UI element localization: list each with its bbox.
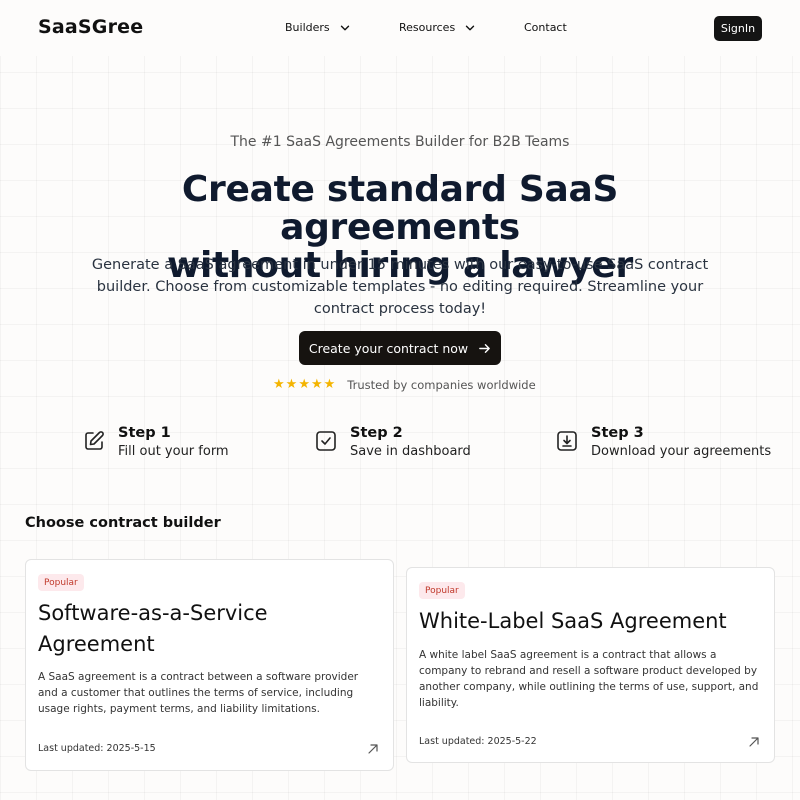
- star-icon: ★: [285, 377, 298, 392]
- download-icon: [557, 431, 577, 451]
- card-description: A white label SaaS agreement is a contra…: [419, 649, 759, 709]
- chevron-down-icon: [465, 25, 475, 30]
- step-2: Step 2 Save in dashboard: [314, 424, 471, 462]
- arrow-up-right-icon[interactable]: [748, 736, 760, 748]
- checkbox-icon: [316, 431, 336, 451]
- nav-resources-label: Resources: [399, 21, 456, 34]
- nav-builders[interactable]: Builders: [285, 21, 350, 34]
- popular-badge: Popular: [38, 574, 84, 591]
- step-2-title: Step 2: [350, 425, 403, 441]
- step-1-title: Step 1: [118, 425, 171, 441]
- edit-icon: [85, 431, 104, 450]
- hero-subtitle: Generate a SaaS agreement in under 15 mi…: [91, 257, 709, 317]
- nav-resources[interactable]: Resources: [399, 21, 475, 34]
- card-last-updated: Last updated: 2025-5-22: [419, 736, 537, 747]
- card-title: White-Label SaaS Agreement: [419, 609, 727, 633]
- star-icon: ★: [323, 377, 336, 392]
- step-2-desc: Save in dashboard: [350, 444, 471, 459]
- site-header: SaaSGree Builders Resources Contact Sign…: [0, 0, 800, 56]
- builder-card-saas[interactable]: Popular Software-as-a-Service Agreement …: [25, 559, 394, 771]
- step-1-desc: Fill out your form: [118, 444, 229, 459]
- card-description: A SaaS agreement is a contract between a…: [38, 671, 359, 715]
- chevron-down-icon: [340, 25, 349, 30]
- arrow-up-right-icon[interactable]: [367, 743, 379, 755]
- step-1: Step 1 Fill out your form: [82, 424, 229, 462]
- trust-row: ★ ★ ★ ★ ★ Trusted by companies worldwide: [273, 378, 536, 393]
- logo[interactable]: SaaSGree: [38, 16, 143, 38]
- card-last-updated: Last updated: 2025-5-15: [38, 743, 156, 754]
- star-icon: ★: [273, 377, 285, 392]
- arrow-right-icon: [479, 343, 490, 353]
- rating-stars: ★ ★ ★ ★ ★: [273, 378, 335, 392]
- step-3-title: Step 3: [591, 425, 644, 441]
- signin-button[interactable]: SignIn: [714, 16, 762, 41]
- section-title: Choose contract builder: [25, 515, 221, 531]
- create-contract-button[interactable]: Create your contract now: [299, 331, 501, 365]
- hero-tagline: The #1 SaaS Agreements Builder for B2B T…: [230, 134, 570, 150]
- nav-contact-label: Contact: [524, 21, 567, 34]
- star-icon: ★: [298, 377, 310, 392]
- create-contract-label: Create your contract now: [308, 340, 469, 356]
- hero-title-line1: Create standard SaaS agreements: [181, 169, 619, 248]
- nav-contact[interactable]: Contact: [524, 21, 567, 34]
- step-3: Step 3 Download your agreements: [555, 424, 771, 462]
- star-icon: ★: [310, 377, 323, 392]
- popular-badge: Popular: [419, 582, 465, 599]
- nav-builders-label: Builders: [285, 21, 330, 34]
- card-title: Software-as-a-Service Agreement: [38, 601, 268, 656]
- trust-text: Trusted by companies worldwide: [347, 378, 536, 392]
- step-3-desc: Download your agreements: [591, 444, 772, 459]
- builder-card-white-label[interactable]: Popular White-Label SaaS Agreement A whi…: [406, 567, 775, 763]
